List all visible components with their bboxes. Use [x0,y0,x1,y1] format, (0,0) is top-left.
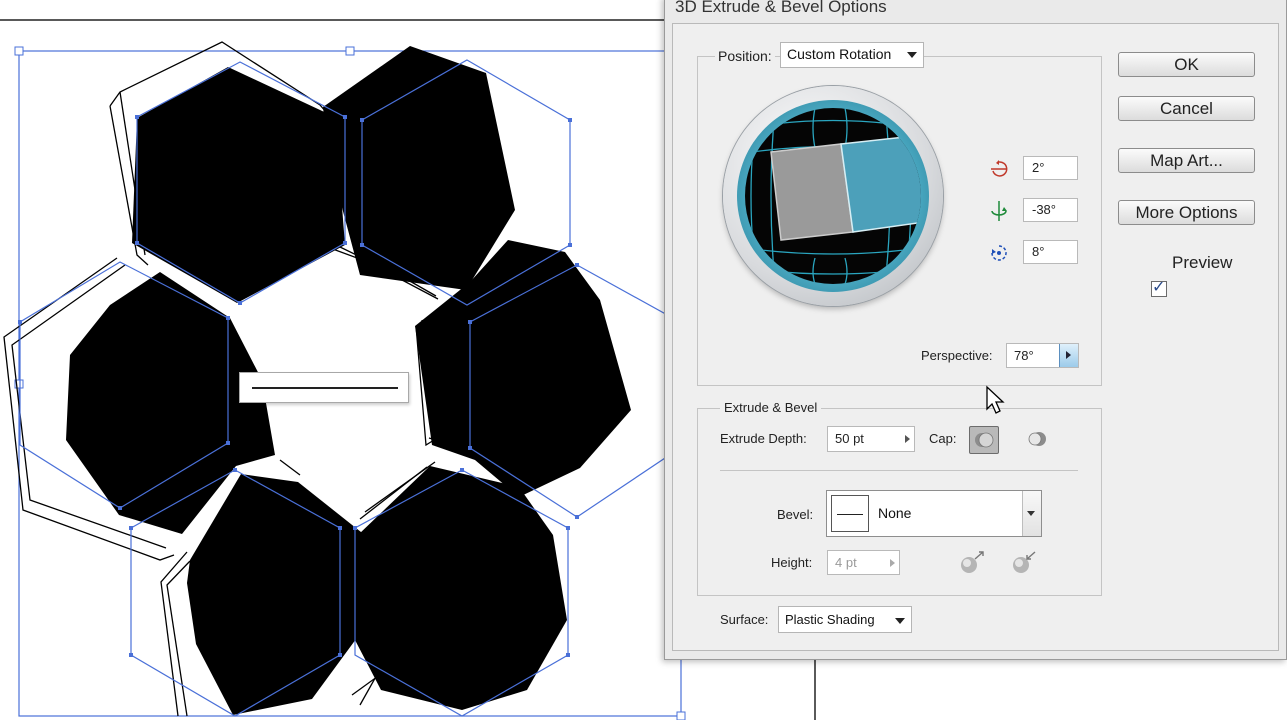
mouse-cursor-icon [986,385,1005,414]
y-rotation-icon [991,201,1007,221]
dialog-body: Position: Custom Rotation 2° -38° 8° Per… [672,23,1279,651]
bevel-label: Bevel: [777,507,814,522]
cap-on-button[interactable] [969,426,999,454]
dialog-title: 3D Extrude & Bevel Options [675,0,887,16]
perspective-label: Perspective: [921,348,993,363]
perspective-field[interactable]: 78° [1006,343,1079,368]
chevron-down-icon [1027,511,1035,516]
surface-label: Surface: [720,612,769,627]
position-label: Position: [715,48,775,64]
chevron-right-icon[interactable] [890,559,895,567]
cube-side-face [770,143,854,241]
bevel-extent-in-icon[interactable] [957,549,987,577]
rotation-trackball[interactable] [723,86,943,306]
trackball-cube-view[interactable] [745,108,921,284]
trackball-grid [745,108,921,284]
perspective-value: 78° [1014,348,1034,363]
extrude-depth-label: Extrude Depth: [720,431,807,446]
chevron-down-icon [895,618,905,624]
cap-on-icon [975,432,994,448]
cancel-button[interactable]: Cancel [1118,96,1255,121]
bevel-profile-preview [831,495,869,532]
height-value: 4 pt [835,555,857,570]
surface-dropdown[interactable]: Plastic Shading [778,606,912,633]
cap-label: Cap: [929,431,957,446]
surface-value: Plastic Shading [785,612,875,627]
extrude-bevel-dialog: 3D Extrude & Bevel Options Position: Cus… [664,0,1287,660]
z-rotation-icon [991,245,1007,261]
perspective-slider-track[interactable] [252,387,398,389]
trackball-ring [737,100,929,292]
x-rotation-icon [991,160,1008,177]
extrude-bevel-heading: Extrude & Bevel [720,400,822,415]
cap-off-button[interactable] [1023,426,1053,454]
perspective-slider-popup[interactable] [239,372,409,403]
separator [720,470,1078,471]
z-rotation-field[interactable]: 8° [1023,240,1078,264]
cap-off-icon [1028,432,1046,446]
checkmark-icon: ✓ [1152,279,1166,296]
height-label: Height: [771,555,813,570]
chevron-down-icon [907,52,917,58]
chevron-right-icon[interactable] [905,435,910,443]
height-field[interactable]: 4 pt [827,550,900,575]
bevel-dropdown[interactable]: None [826,490,1042,537]
position-dropdown[interactable]: Custom Rotation [780,42,924,68]
bevel-dropdown-toggle[interactable] [1022,491,1041,536]
perspective-slider-toggle[interactable] [1059,344,1078,367]
more-options-button[interactable]: More Options [1118,200,1255,225]
cube-front-face [840,134,921,233]
y-rotation-field[interactable]: -38° [1023,198,1078,222]
preview-label: Preview [1172,253,1233,272]
preview-checkbox[interactable]: ✓ [1151,279,1167,297]
bevel-extent-out-icon[interactable] [1009,549,1039,577]
x-rotation-field[interactable]: 2° [1023,156,1078,180]
extrude-depth-field[interactable]: 50 pt [827,426,915,452]
ok-button[interactable]: OK [1118,52,1255,77]
map-art-button[interactable]: Map Art... [1118,148,1255,173]
position-dropdown-value: Custom Rotation [787,46,892,62]
bevel-value: None [878,505,912,521]
extrude-depth-value: 50 pt [835,431,864,446]
